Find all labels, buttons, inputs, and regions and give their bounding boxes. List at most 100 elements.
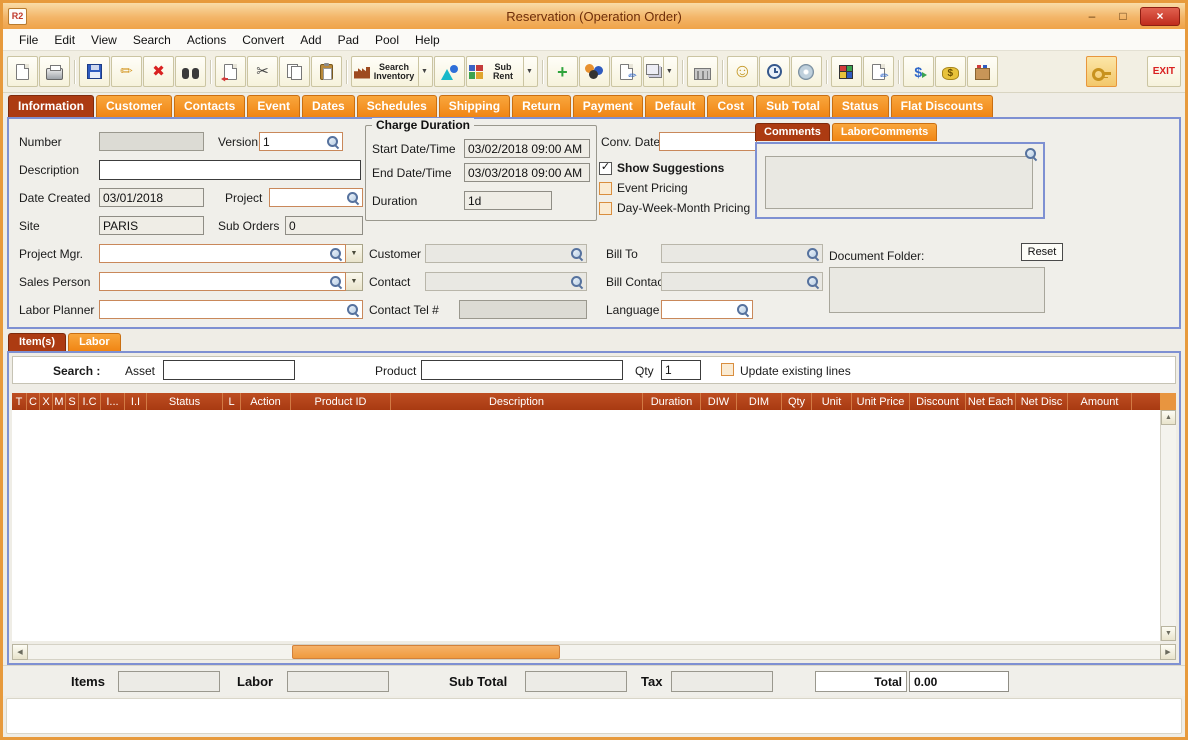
tab-labor-comments[interactable]: LaborComments — [831, 123, 938, 141]
column-header[interactable]: C — [27, 393, 40, 410]
horizontal-scroll-track[interactable] — [28, 644, 1160, 660]
bill-to-search-icon[interactable] — [806, 247, 819, 260]
bill-to-input[interactable] — [661, 244, 823, 263]
customer-input[interactable] — [425, 244, 587, 263]
tab-cost[interactable]: Cost — [707, 95, 755, 117]
tab-schedules[interactable]: Schedules — [356, 95, 437, 117]
unlock-button[interactable] — [1085, 56, 1117, 87]
menu-add[interactable]: Add — [292, 31, 329, 49]
maximize-button[interactable]: □ — [1109, 7, 1137, 25]
contact-tel-input[interactable] — [459, 300, 587, 319]
comments-textarea[interactable] — [765, 156, 1033, 209]
contact-search-icon[interactable] — [570, 275, 583, 288]
scroll-left-button[interactable]: ◀ — [12, 644, 28, 660]
menu-pad[interactable]: Pad — [330, 31, 367, 49]
menu-search[interactable]: Search — [125, 31, 179, 49]
pool-button[interactable] — [578, 56, 610, 87]
sub-rent-dropdown-icon[interactable]: ▼ — [522, 57, 535, 86]
batch-pages-dropdown-icon[interactable]: ▼ — [662, 57, 675, 86]
paste-button[interactable] — [311, 56, 342, 87]
menu-view[interactable]: View — [83, 31, 125, 49]
history-button[interactable] — [758, 56, 790, 87]
column-header[interactable]: DIW — [701, 393, 737, 410]
menu-convert[interactable]: Convert — [234, 31, 292, 49]
column-header[interactable]: Net Each — [966, 393, 1016, 410]
project-mgr-combobox[interactable]: ▼ — [99, 244, 363, 263]
column-header[interactable]: Unit — [812, 393, 852, 410]
column-header[interactable]: I... — [101, 393, 125, 410]
document-folder-box[interactable] — [829, 267, 1045, 313]
version-search-icon[interactable] — [326, 135, 339, 148]
sub-total-input[interactable] — [525, 671, 627, 692]
column-header[interactable]: DIM — [737, 393, 782, 410]
customer-service-button[interactable]: ☺ — [726, 56, 758, 87]
total-input[interactable]: 0.00 — [909, 671, 1009, 692]
asset-input[interactable] — [163, 360, 295, 380]
conv-date-input[interactable] — [659, 132, 757, 151]
refresh-document-button[interactable] — [215, 56, 246, 87]
date-created-input[interactable]: 03/01/2018 — [99, 188, 204, 207]
number-input[interactable] — [99, 132, 204, 151]
duration-input[interactable]: 1d — [464, 191, 552, 210]
bill-contact-input[interactable] — [661, 272, 823, 291]
sales-person-dropdown-icon[interactable]: ▼ — [346, 272, 363, 291]
labor-planner-search-icon[interactable] — [346, 303, 359, 316]
minimize-button[interactable]: – — [1078, 7, 1106, 25]
column-header[interactable]: I.I — [125, 393, 147, 410]
qty-input[interactable]: 1 — [661, 360, 701, 380]
sales-person-input[interactable] — [99, 272, 346, 291]
site-input[interactable]: PARIS — [99, 216, 204, 235]
find-button[interactable] — [175, 56, 206, 87]
tab-dates[interactable]: Dates — [302, 95, 355, 117]
reset-button[interactable]: Reset — [1021, 243, 1063, 261]
customer-search-icon[interactable] — [570, 247, 583, 260]
language-search-icon[interactable] — [736, 303, 749, 316]
vertical-scroll-track[interactable] — [1161, 425, 1176, 626]
column-header[interactable]: T — [12, 393, 27, 410]
day-week-month-pricing-checkbox[interactable] — [599, 201, 612, 215]
horizontal-scrollbar[interactable]: ◀ ▶ — [12, 644, 1176, 660]
column-header[interactable]: Net Disc — [1016, 393, 1068, 410]
pricing-button[interactable]: $ — [934, 56, 966, 87]
tab-comments[interactable]: Comments — [755, 123, 830, 141]
product-input[interactable] — [421, 360, 623, 380]
scroll-down-button[interactable]: ▼ — [1161, 626, 1176, 641]
sub-rent-button[interactable]: Sub Rent ▼ — [465, 56, 538, 87]
tab-contacts[interactable]: Contacts — [174, 95, 246, 117]
save-button[interactable] — [79, 56, 110, 87]
sales-person-search-icon[interactable] — [329, 275, 342, 288]
description-input[interactable] — [99, 160, 361, 180]
tab-payment[interactable]: Payment — [572, 95, 643, 117]
search-inventory-button[interactable]: Search Inventory ▼ — [351, 56, 433, 87]
contact-input[interactable] — [425, 272, 587, 291]
labor-planner-input[interactable] — [99, 300, 363, 319]
new-document-button[interactable] — [7, 56, 38, 87]
copy-button[interactable] — [279, 56, 310, 87]
tab-shipping[interactable]: Shipping — [438, 95, 511, 117]
bill-contact-search-icon[interactable] — [806, 275, 819, 288]
comments-search-icon[interactable] — [1024, 147, 1037, 160]
language-input[interactable] — [661, 300, 753, 319]
update-existing-checkbox[interactable] — [721, 363, 734, 376]
edit-note-button[interactable]: ✏ — [862, 56, 894, 87]
column-header[interactable]: Amount — [1068, 393, 1132, 410]
configurator-button[interactable] — [830, 56, 862, 87]
tab-return[interactable]: Return — [512, 95, 571, 117]
column-header[interactable]: L — [223, 393, 241, 410]
media-button[interactable] — [790, 56, 822, 87]
column-header[interactable]: Duration — [643, 393, 701, 410]
column-header[interactable]: Unit Price — [852, 393, 910, 410]
tab-sub-total[interactable]: Sub Total — [756, 95, 830, 117]
sub-orders-input[interactable]: 0 — [285, 216, 363, 235]
tax-input[interactable] — [671, 671, 773, 692]
package-button[interactable] — [966, 56, 998, 87]
column-header[interactable]: Description — [391, 393, 643, 410]
close-button[interactable]: × — [1140, 6, 1180, 26]
menu-file[interactable]: File — [11, 31, 46, 49]
exit-button[interactable]: EXIT — [1146, 56, 1181, 87]
add-line-button[interactable]: + — [546, 56, 578, 87]
currency-exchange-button[interactable]: $ — [902, 56, 934, 87]
tab-customer[interactable]: Customer — [96, 95, 173, 117]
tab-information[interactable]: Information — [8, 95, 94, 117]
show-suggestions-checkbox[interactable]: ✓ — [599, 161, 612, 175]
